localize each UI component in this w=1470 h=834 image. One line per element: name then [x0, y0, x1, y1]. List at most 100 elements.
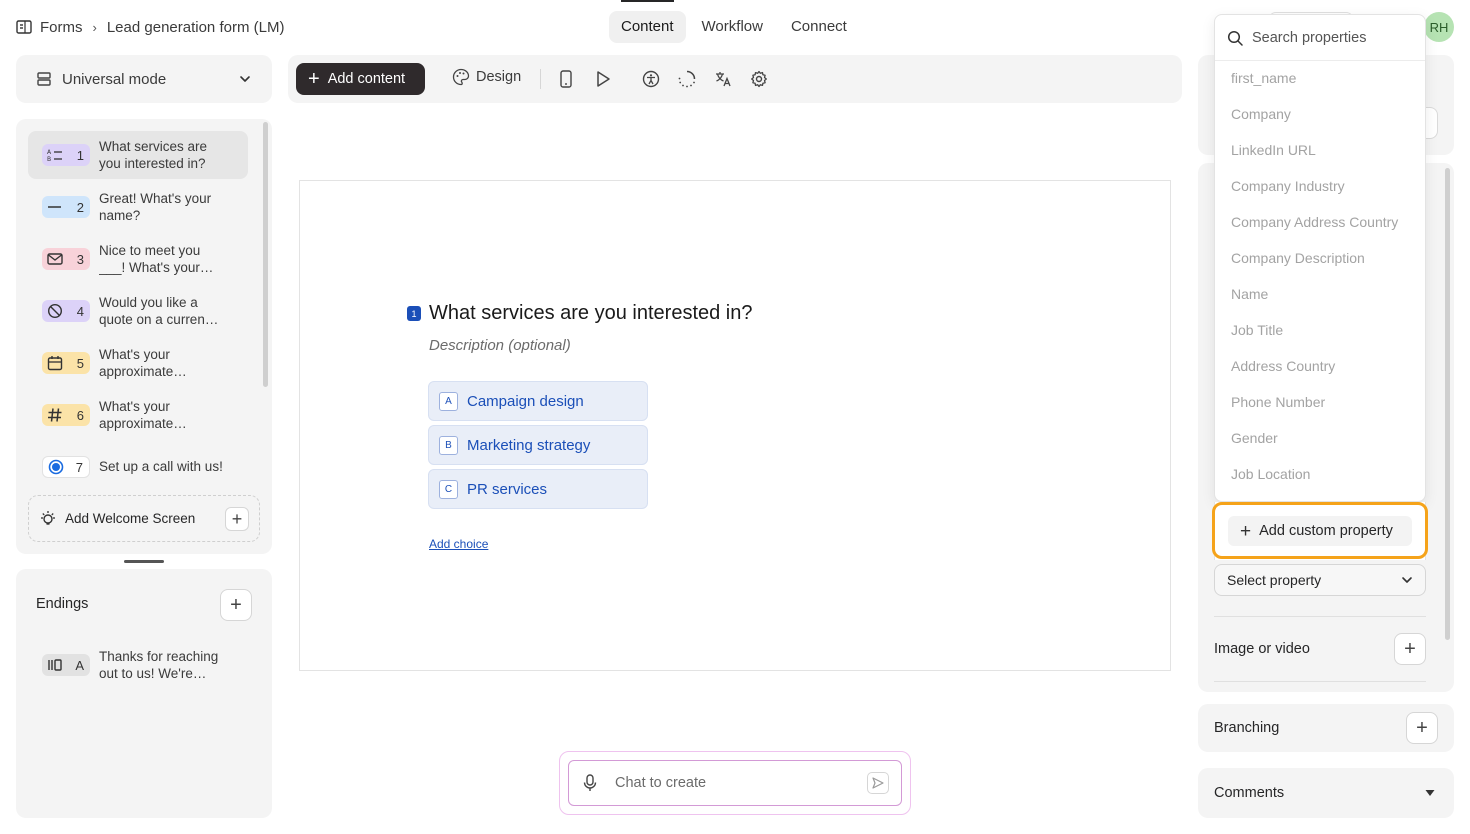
branching-label: Branching	[1214, 720, 1280, 736]
property-option[interactable]: Phone Number	[1231, 394, 1325, 410]
question-badge: 5	[42, 352, 90, 374]
no-icon	[47, 303, 63, 319]
multiple-choice-icon: AB	[47, 148, 63, 162]
question-title: Great! What's your name?	[99, 190, 212, 224]
property-search[interactable]: Search properties	[1215, 15, 1425, 61]
question-number-badge: 1	[407, 306, 421, 321]
lightbulb-icon	[39, 510, 57, 528]
add-image-video-button[interactable]: +	[1394, 633, 1426, 665]
question-list-item[interactable]: 3 Nice to meet you ___! What's your…	[28, 235, 248, 283]
question-list-item[interactable]: 7 Set up a call with us!	[28, 443, 248, 491]
mobile-preview-icon[interactable]	[556, 69, 576, 89]
chat-input[interactable]: Chat to create	[568, 760, 902, 806]
breadcrumb-current: Lead generation form (LM)	[106, 18, 285, 36]
add-welcome-label: Add Welcome Screen	[65, 511, 196, 526]
choice-key: B	[439, 435, 458, 455]
choice-option[interactable]: B Marketing strategy	[428, 425, 648, 465]
question-badge: 3	[42, 248, 90, 270]
comments-label: Comments	[1214, 785, 1285, 801]
send-icon[interactable]	[867, 772, 889, 794]
avatar[interactable]: RH	[1424, 12, 1454, 42]
right-panel-scrollbar[interactable]	[1445, 168, 1450, 640]
design-label: Design	[476, 69, 522, 85]
question-list-item[interactable]: 5 What's your approximate…	[28, 339, 248, 387]
caret-down-icon[interactable]	[1424, 788, 1436, 798]
tab-connect[interactable]: Connect	[779, 11, 859, 43]
question-title: What's your approximate…	[99, 398, 187, 432]
property-option[interactable]: Name	[1231, 286, 1268, 302]
toolbar-divider	[540, 69, 541, 89]
design-button[interactable]: Design	[452, 68, 521, 86]
question-description-input[interactable]: Description (optional)	[429, 337, 571, 354]
add-content-label: Add content	[327, 71, 406, 87]
image-or-video-label: Image or video	[1214, 641, 1310, 657]
question-badge: 2	[42, 196, 90, 218]
property-option[interactable]: Gender	[1231, 430, 1278, 446]
select-property-dropdown[interactable]: Select property	[1214, 564, 1426, 596]
add-welcome-screen[interactable]: Add Welcome Screen +	[28, 495, 260, 542]
highlight-outline	[1212, 502, 1428, 559]
property-option[interactable]: Job Title	[1231, 322, 1283, 338]
property-option[interactable]: Company	[1231, 106, 1291, 122]
add-branching-button[interactable]: +	[1406, 712, 1438, 744]
property-option[interactable]: Company Description	[1231, 250, 1365, 266]
property-option[interactable]: Address Country	[1231, 358, 1335, 374]
loading-progress-icon[interactable]	[677, 69, 697, 89]
tab-content[interactable]: Content	[609, 0, 686, 43]
question-list-scrollbar[interactable]	[263, 122, 268, 387]
search-icon	[1227, 30, 1243, 46]
question-list-item[interactable]: 2 Great! What's your name?	[28, 183, 248, 231]
microphone-icon[interactable]	[583, 774, 597, 792]
add-ending-button[interactable]: +	[220, 589, 252, 621]
property-option[interactable]: LinkedIn URL	[1231, 142, 1316, 158]
property-option[interactable]: Company Industry	[1231, 178, 1345, 194]
calendar-icon	[47, 355, 63, 371]
question-number: 1	[76, 147, 84, 163]
question-list-item[interactable]: 4 Would you like a quote on a curren…	[28, 287, 248, 335]
property-option[interactable]: first_name	[1231, 70, 1296, 86]
accessibility-icon[interactable]	[641, 69, 661, 89]
translate-icon[interactable]	[713, 69, 733, 89]
divider	[1214, 681, 1426, 682]
question-title: Would you like a quote on a curren…	[99, 294, 219, 328]
question-list-item[interactable]: 6 What's your approximate…	[28, 391, 248, 439]
chevron-right-icon: ›	[92, 19, 97, 35]
question-badge: 4	[42, 300, 90, 322]
question-title: What services are you interested in?	[99, 138, 208, 172]
question-number: 6	[76, 407, 84, 423]
divider	[1214, 616, 1426, 617]
ending-badge: A	[42, 654, 90, 676]
question-list-item[interactable]: AB 1 What services are you interested in…	[28, 131, 248, 179]
ending-title: Thanks for reaching out to us! We're…	[99, 648, 219, 682]
endings-title: Endings	[36, 596, 89, 612]
property-option[interactable]: Company Address Country	[1231, 214, 1398, 230]
settings-gear-icon[interactable]	[749, 69, 769, 89]
question-title: Nice to meet you ___! What's your…	[99, 242, 214, 276]
breadcrumb: Forms › Lead generation form (LM)	[16, 17, 284, 37]
ending-list-item[interactable]: A Thanks for reaching out to us! We're…	[28, 641, 248, 689]
ending-icon	[47, 658, 63, 672]
palette-icon	[452, 68, 470, 86]
panel-resize-handle[interactable]	[124, 560, 164, 563]
add-content-button[interactable]: + Add content	[296, 63, 425, 95]
choice-label: PR services	[467, 480, 548, 498]
plus-icon: +	[308, 68, 320, 90]
breadcrumb-root-link[interactable]: Forms	[40, 19, 83, 36]
short-text-icon	[47, 200, 63, 214]
chevron-down-icon	[238, 72, 252, 86]
plus-icon[interactable]: +	[225, 506, 249, 531]
choice-option[interactable]: C PR services	[428, 469, 648, 509]
ending-key: A	[75, 657, 84, 673]
svg-text:A: A	[47, 149, 52, 156]
question-number: 5	[76, 355, 84, 371]
mode-label: Universal mode	[62, 70, 167, 88]
add-choice-link[interactable]: Add choice	[429, 537, 488, 551]
tab-workflow[interactable]: Workflow	[690, 11, 775, 43]
question-title-input[interactable]: What services are you interested in?	[429, 302, 753, 325]
mode-selector[interactable]: Universal mode	[16, 55, 272, 103]
choice-option[interactable]: A Campaign design	[428, 381, 648, 421]
property-option[interactable]: Job Location	[1231, 466, 1310, 482]
question-badge: 7	[42, 456, 90, 478]
play-preview-icon[interactable]	[593, 69, 613, 89]
search-placeholder: Search properties	[1252, 29, 1367, 46]
